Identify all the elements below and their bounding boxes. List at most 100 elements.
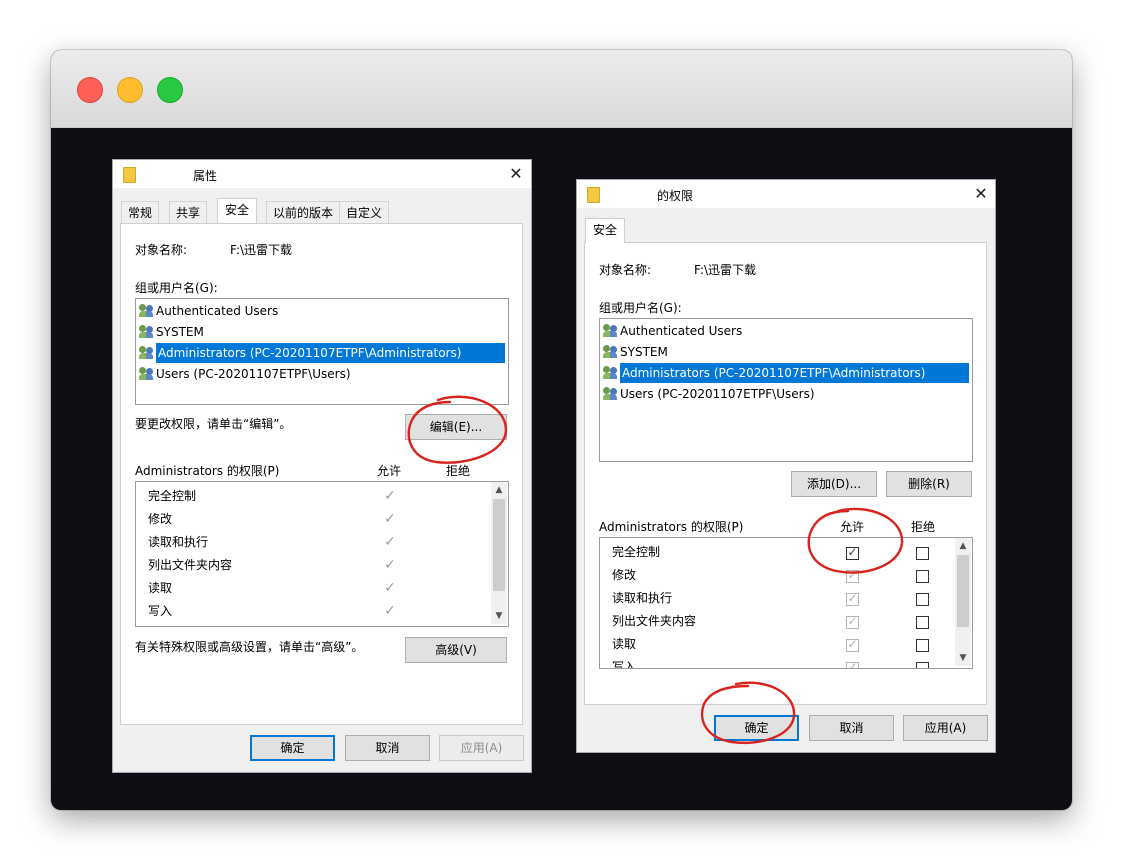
permission-modify: 修改 (612, 568, 637, 582)
permissions-titlebar: 的权限 ✕ (577, 180, 995, 208)
permission-write: 写入 (612, 660, 637, 669)
check-icon: ✓ (384, 557, 396, 573)
deny-read-execute-checkbox[interactable] (916, 593, 929, 606)
properties-title: 属性 (193, 169, 218, 183)
check-icon: ✓ (384, 511, 396, 527)
permission-list-folder: 列出文件夹内容 (148, 558, 233, 572)
permission-write: 写入 (148, 604, 173, 618)
cancel-button[interactable]: 取消 (345, 735, 430, 761)
permission-read-execute: 读取和执行 (148, 535, 209, 549)
deny-header: 拒绝 (911, 520, 936, 534)
users-icon (139, 346, 154, 359)
check-icon: ✓ (847, 637, 858, 651)
check-icon: ✓ (384, 488, 396, 504)
scroll-up-icon[interactable]: ▲ (955, 539, 971, 553)
folder-icon (587, 187, 600, 203)
close-window-button[interactable] (77, 77, 103, 103)
check-icon: ✓ (384, 580, 396, 596)
users-icon (603, 366, 618, 379)
object-name-label: 对象名称: (135, 243, 188, 257)
permission-read: 读取 (612, 637, 637, 651)
cancel-button[interactable]: 取消 (809, 715, 894, 741)
group-user-label: 组或用户名(G): (135, 281, 218, 295)
close-icon[interactable]: ✕ (506, 164, 526, 184)
user-listbox[interactable]: Authenticated Users SYSTEM Administrator… (135, 298, 509, 405)
deny-modify-checkbox[interactable] (916, 570, 929, 583)
permissions-dialog: 的权限 ✕ 安全 对象名称: F:\迅雷下载 组或用户名(G): Authent… (576, 179, 996, 753)
allow-read-execute-checkbox[interactable]: ✓ (846, 591, 859, 606)
permission-read-execute: 读取和执行 (612, 591, 673, 605)
users-icon (603, 324, 618, 337)
permission-full-control: 完全控制 (612, 545, 661, 559)
check-icon: ✓ (384, 603, 396, 619)
mac-titlebar (51, 50, 1072, 128)
permissions-label: Administrators 的权限(P) (135, 464, 280, 478)
ok-button[interactable]: 确定 (250, 735, 335, 761)
list-item[interactable]: Authenticated Users (603, 321, 742, 341)
check-icon: ✓ (847, 591, 858, 605)
list-item[interactable]: SYSTEM (603, 342, 668, 362)
permissions-scrollbar[interactable]: ▲ ▼ (955, 538, 971, 666)
object-name-label: 对象名称: (599, 263, 652, 277)
tab-security[interactable]: 安全 (585, 218, 626, 243)
user-listbox[interactable]: Authenticated Users SYSTEM Administrator… (599, 318, 973, 462)
close-icon[interactable]: ✕ (971, 184, 991, 204)
annotation-circle-allow (807, 507, 904, 574)
deny-list-folder-checkbox[interactable] (916, 616, 929, 629)
permissions-label: Administrators 的权限(P) (599, 520, 744, 534)
deny-write-checkbox[interactable] (916, 662, 929, 668)
list-item[interactable]: Authenticated Users (139, 301, 278, 321)
object-name-value: F:\迅雷下载 (694, 263, 757, 277)
remove-button[interactable]: 删除(R) (886, 471, 972, 497)
users-icon (139, 367, 154, 380)
permissions-list: 完全控制 修改 读取和执行 列出文件夹内容 读取 写入 ✓ ✓ ✓ ✓ ✓ ✓ … (135, 481, 509, 627)
annotation-circle-ok (700, 681, 796, 744)
scroll-thumb[interactable] (493, 499, 505, 591)
permission-list-folder: 列出文件夹内容 (612, 614, 697, 628)
deny-read-checkbox[interactable] (916, 639, 929, 652)
tab-security[interactable]: 安全 (217, 198, 258, 223)
list-item[interactable]: Users (PC-20201107ETPF\Users) (603, 384, 815, 404)
scroll-down-icon[interactable]: ▼ (491, 609, 507, 623)
apply-button[interactable]: 应用(A) (439, 735, 524, 761)
permissions-title: 的权限 (657, 189, 694, 203)
zoom-window-button[interactable] (157, 77, 183, 103)
object-name-value: F:\迅雷下载 (230, 243, 293, 257)
tab-previous-versions[interactable]: 以前的版本 (266, 201, 341, 223)
tab-customize[interactable]: 自定义 (339, 201, 390, 223)
deny-full-control-checkbox[interactable] (916, 547, 929, 560)
users-icon (139, 325, 154, 338)
list-item[interactable]: Administrators (PC-20201107ETPF\Administ… (139, 343, 506, 363)
annotation-circle-edit (407, 395, 508, 464)
scroll-up-icon[interactable]: ▲ (491, 483, 507, 497)
permission-read: 读取 (148, 581, 173, 595)
folder-icon (123, 167, 136, 183)
allow-read-checkbox[interactable]: ✓ (846, 637, 859, 652)
permission-modify: 修改 (148, 512, 173, 526)
list-item[interactable]: SYSTEM (139, 322, 204, 342)
permissions-list: 完全控制 修改 读取和执行 列出文件夹内容 读取 写入 ✓ ✓ ✓ ✓ ✓ ✓ … (599, 537, 973, 669)
list-item[interactable]: Users (PC-20201107ETPF\Users) (139, 364, 351, 384)
tab-sharing[interactable]: 共享 (169, 201, 208, 223)
users-icon (603, 345, 618, 358)
tab-general[interactable]: 常规 (121, 201, 160, 223)
properties-titlebar: 属性 ✕ (113, 160, 531, 188)
edit-hint-text: 要更改权限，请单击“编辑”。 (135, 417, 292, 431)
check-icon: ✓ (847, 614, 858, 628)
group-user-label: 组或用户名(G): (599, 301, 682, 315)
scroll-down-icon[interactable]: ▼ (955, 651, 971, 665)
users-icon (139, 304, 154, 317)
add-button[interactable]: 添加(D)... (791, 471, 877, 497)
users-icon (603, 387, 618, 400)
advanced-button[interactable]: 高级(V) (405, 637, 507, 663)
scroll-thumb[interactable] (957, 555, 969, 627)
apply-button[interactable]: 应用(A) (903, 715, 988, 741)
advanced-hint-text: 有关特殊权限或高级设置，请单击“高级”。 (135, 640, 364, 654)
minimize-window-button[interactable] (117, 77, 143, 103)
list-item[interactable]: Administrators (PC-20201107ETPF\Administ… (603, 363, 970, 383)
allow-write-checkbox[interactable]: ✓ (846, 660, 859, 669)
check-icon: ✓ (847, 660, 858, 669)
check-icon: ✓ (384, 534, 396, 550)
permissions-scrollbar[interactable]: ▲ ▼ (491, 482, 507, 624)
allow-list-folder-checkbox[interactable]: ✓ (846, 614, 859, 629)
